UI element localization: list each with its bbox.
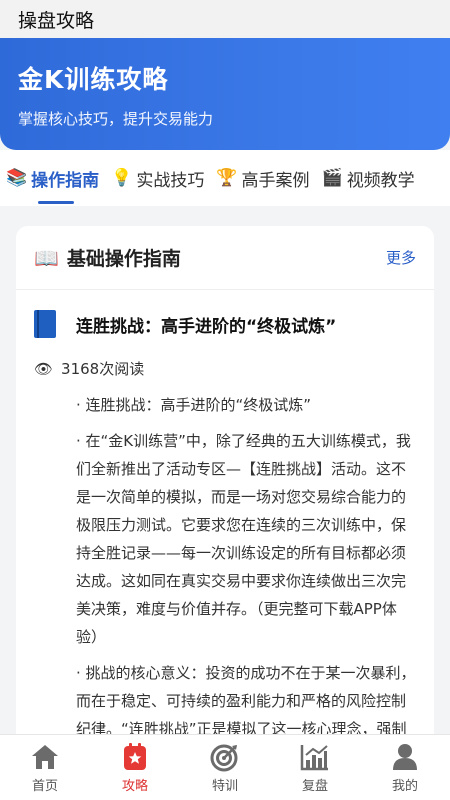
article-body: · 连胜挑战：高手进阶的“终极试炼” · 在“金K训练营”中，除了经典的五大训练… (16, 379, 434, 771)
nav-training[interactable]: 特训 (180, 735, 270, 800)
nav-label: 攻略 (121, 778, 148, 794)
trophy-icon: 🏆 (216, 168, 238, 188)
target-icon (210, 742, 240, 772)
article-title: 连胜挑战：高手进阶的“终极试炼” (76, 316, 337, 337)
chart-icon (300, 742, 330, 772)
article-paragraph: · 连胜挑战：高手进阶的“终极试炼” (76, 396, 312, 414)
lightbulb-icon: 💡 (111, 168, 133, 188)
nav-label: 特训 (211, 778, 238, 794)
tab-practical-tips[interactable]: 💡 实战技巧 (111, 150, 204, 206)
view-count: 👁 3168次阅读 (16, 338, 434, 379)
nav-profile[interactable]: 我的 (360, 735, 450, 800)
eye-icon: 👁 (34, 359, 54, 378)
tab-operation-guide[interactable]: 📚 操作指南 (6, 150, 99, 206)
nav-label: 我的 (391, 778, 418, 794)
top-bar: 操盘攻略 (0, 0, 450, 38)
home-icon (30, 742, 60, 772)
tab-label: 高手案例 (241, 170, 310, 191)
tab-expert-cases[interactable]: 🏆 高手案例 (216, 150, 309, 206)
nav-review[interactable]: 复盘 (270, 735, 360, 800)
hero-subtitle: 掌握核心技巧，提升交易能力 (18, 110, 214, 128)
tab-label: 操作指南 (31, 170, 100, 191)
article-header[interactable]: 连胜挑战：高手进阶的“终极试炼” (16, 290, 434, 338)
bottom-navigation: 首页 攻略 特训 复盘 我的 (0, 734, 450, 800)
hero-title: 金K训练攻略 (18, 65, 169, 94)
view-count-text: 3168次阅读 (61, 360, 145, 378)
app-title: 操盘攻略 (18, 9, 95, 32)
article-paragraph: · 在“金K训练营”中，除了经典的五大训练模式，我们全新推出了活动专区—【连胜挑… (76, 432, 411, 646)
more-link[interactable]: 更多 (386, 247, 416, 268)
section-title: 基础操作指南 (66, 248, 181, 270)
category-tabs: 📚 操作指南 💡 实战技巧 🏆 高手案例 🎬 视频教学 (0, 150, 450, 206)
clapper-icon: 🎬 (321, 168, 343, 188)
tab-label: 实战技巧 (136, 170, 205, 191)
user-icon (390, 742, 420, 772)
tab-video-lessons[interactable]: 🎬 视频教学 (322, 150, 415, 206)
strategy-icon (120, 742, 150, 772)
hero-banner: 金K训练攻略 掌握核心技巧，提升交易能力 (0, 38, 450, 150)
nav-label: 首页 (31, 778, 58, 794)
open-book-icon: 📖 (34, 245, 59, 270)
nav-label: 复盘 (301, 778, 328, 794)
blue-book-icon (34, 310, 56, 338)
tab-label: 视频教学 (346, 170, 415, 191)
books-icon: 📚 (6, 168, 28, 188)
nav-strategy[interactable]: 攻略 (90, 735, 180, 800)
guide-card: 📖 基础操作指南 更多 连胜挑战：高手进阶的“终极试炼” 👁 3168次阅读 ·… (16, 226, 434, 786)
nav-home[interactable]: 首页 (0, 735, 90, 800)
card-header: 📖 基础操作指南 更多 (16, 226, 434, 290)
